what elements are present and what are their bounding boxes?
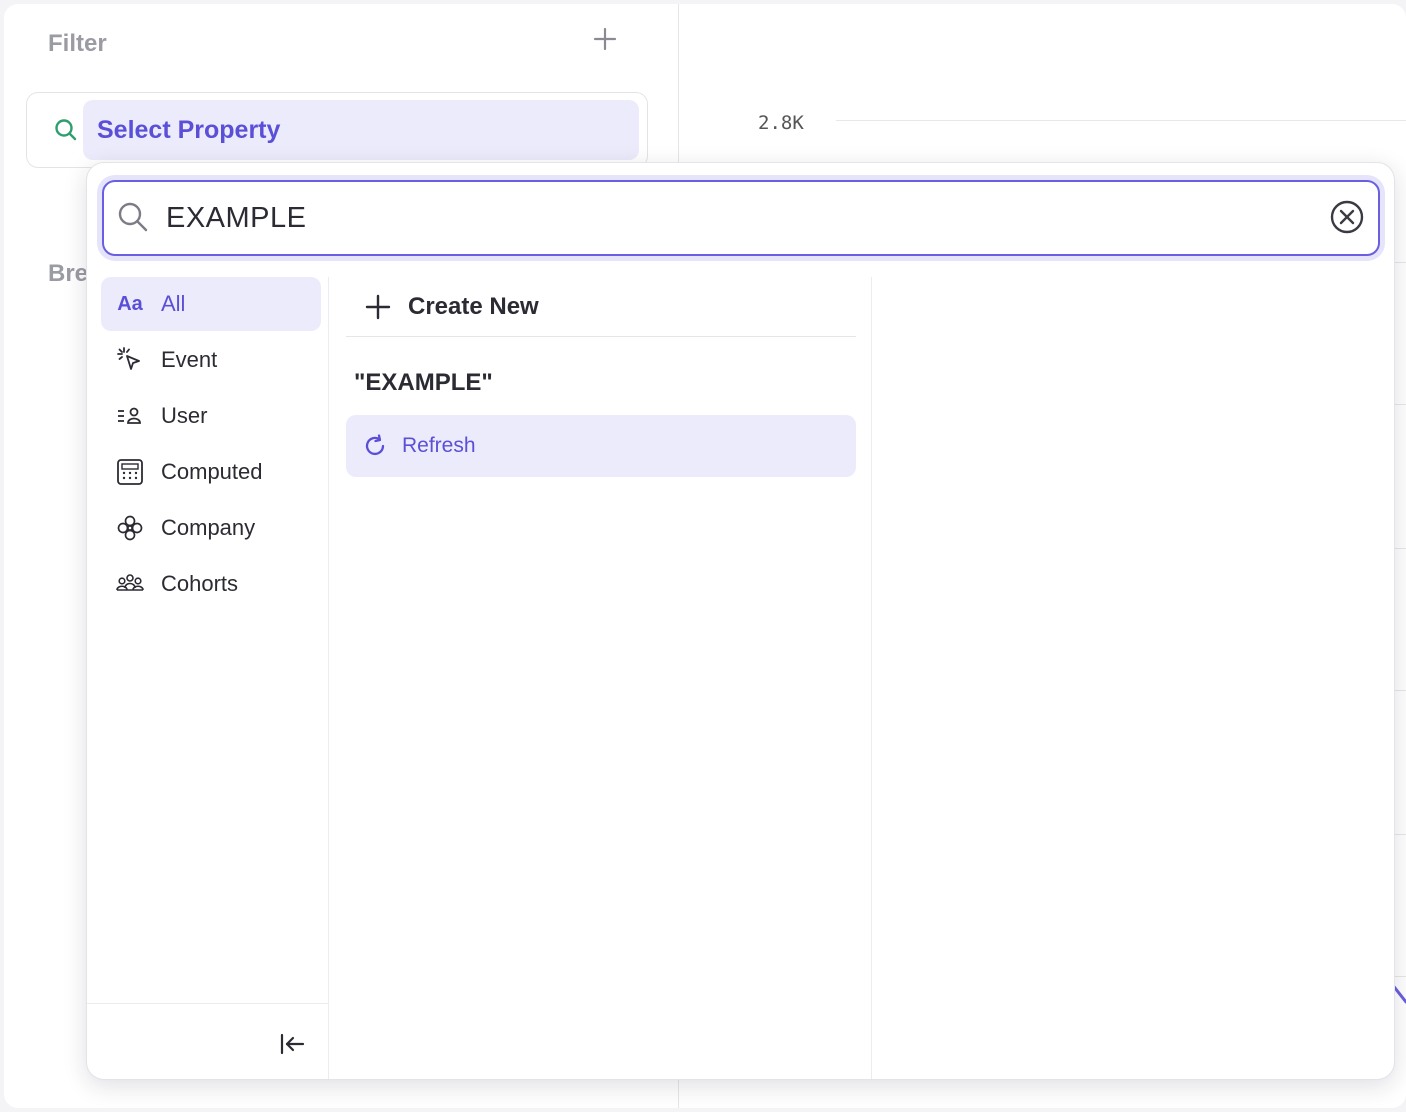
property-picker-dropdown: EXAMPLE Aa All Event User Computed Compa… [86,162,1395,1080]
property-search-input[interactable]: EXAMPLE [102,180,1380,256]
y-tick-label: 2.8K [758,112,804,134]
results-list: Create New "EXAMPLE" Refresh [330,277,872,1079]
category-label: All [161,291,186,316]
company-icon [115,513,145,543]
aa-icon: Aa [117,292,143,315]
search-query-label: "EXAMPLE" [354,369,493,396]
add-filter-icon[interactable] [592,26,618,52]
category-label: Event [161,347,218,372]
filter-title: Filter [48,30,107,57]
collapse-panel-icon[interactable] [277,1029,307,1059]
user-icon [115,401,145,431]
refresh-icon [365,434,385,456]
search-input-value: EXAMPLE [166,202,307,234]
plus-icon [365,294,391,319]
category-cohorts[interactable]: Cohorts [101,557,321,611]
select-property-button[interactable]: Select Property [83,100,639,160]
calculator-icon [115,457,145,487]
category-label: User [161,403,208,428]
category-computed[interactable]: Computed [101,445,321,499]
create-new-button[interactable]: Create New [346,277,856,337]
clear-search-icon[interactable] [1328,198,1366,236]
category-label: Company [161,515,256,540]
category-all[interactable]: Aa All [101,277,321,331]
category-event[interactable]: Event [101,333,321,387]
category-label: Computed [161,459,263,484]
page: Filter Select Property Bre 2.8K EXAMPLE … [4,4,1406,1108]
search-field-wrap: EXAMPLE [97,175,1385,261]
category-list: Aa All Event User Computed Company Cohor… [87,277,329,1079]
create-new-label: Create New [408,292,539,320]
filter-row: Select Property [26,92,648,168]
cohorts-icon [115,569,145,599]
category-company[interactable]: Company [101,501,321,555]
gridline [836,120,1406,121]
category-footer-divider [87,1003,329,1004]
breakdown-title: Bre [48,260,89,287]
refresh-label: Refresh [402,434,476,457]
event-icon [115,345,145,375]
category-user[interactable]: User [101,389,321,443]
search-icon [118,202,148,232]
category-label: Cohorts [161,571,239,596]
refresh-button[interactable]: Refresh [346,415,856,477]
search-icon [55,119,77,141]
